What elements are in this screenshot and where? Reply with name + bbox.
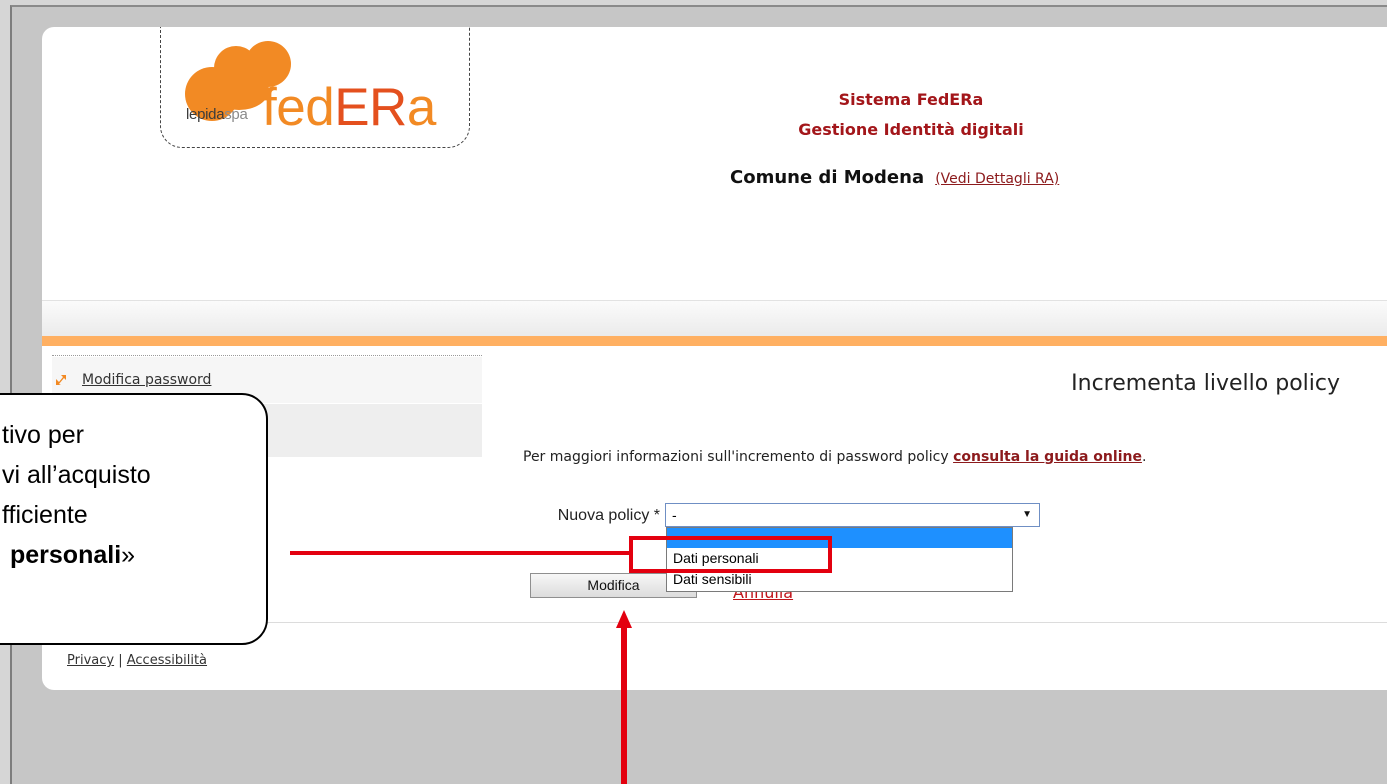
page-title: Sistema FedERa: [838, 90, 984, 109]
footer-separator: |: [118, 653, 123, 668]
entity-line: Comune di Modena (Vedi Dettagli RA): [730, 167, 1059, 190]
annotation-arrow-up-icon: [616, 610, 632, 628]
header-band: [42, 300, 1387, 336]
callout-suffix: »: [121, 541, 136, 569]
page-subtitle: Gestione Identità digitali: [798, 120, 1024, 139]
arrow-icon: [56, 375, 66, 385]
guide-link[interactable]: consulta la guida online: [953, 449, 1142, 465]
policy-selected-value: -: [672, 507, 677, 523]
callout-line: tivo per: [2, 421, 84, 449]
orange-stripe: [42, 336, 1387, 346]
callout-line: fficiente: [2, 501, 88, 529]
callout-line: personali»: [2, 535, 266, 575]
info-text-end: .: [1141, 449, 1147, 465]
details-link[interactable]: (Vedi Dettagli RA): [935, 171, 1059, 187]
info-text-body: Per maggiori informazioni sull'increment…: [523, 449, 954, 465]
policy-select[interactable]: - ▼: [665, 503, 1040, 527]
sidebar-divider: [52, 355, 482, 356]
annotation-highlight-box: [629, 536, 832, 573]
logo-federa: fedERa: [262, 78, 436, 137]
annotation-connector-line: [290, 551, 631, 555]
callout-bold: personali: [10, 541, 122, 569]
info-text: Per maggiori informazioni sull'increment…: [523, 448, 1146, 466]
policy-label: Nuova policy *: [557, 507, 660, 524]
accessibility-link[interactable]: Accessibilità: [127, 653, 207, 668]
logo-lepidaspa: lepidaspa: [186, 106, 248, 123]
chevron-down-icon: ▼: [1022, 509, 1032, 520]
entity-name: Comune di Modena: [730, 167, 925, 188]
section-heading: Incrementa livello policy: [1071, 371, 1340, 396]
annotation-arrow-shaft: [621, 626, 627, 784]
callout-line: vi all’acquisto: [2, 461, 151, 489]
annotation-callout: tivo per vi all’acquisto fficiente perso…: [0, 393, 268, 645]
footer: Privacy | Accessibilità: [67, 652, 207, 670]
screenshot: lepidaspa fedERa Sistema FedERa Gestione…: [0, 0, 1387, 784]
sidebar-item-label[interactable]: Modifica password: [82, 371, 211, 389]
privacy-link[interactable]: Privacy: [67, 653, 114, 668]
